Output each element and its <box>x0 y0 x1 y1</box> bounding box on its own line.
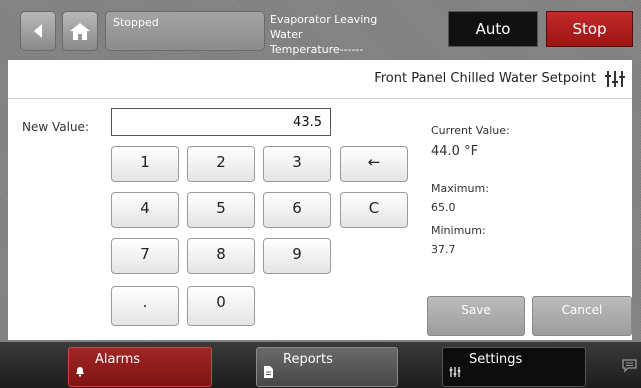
maximum-value: 65.0 <box>431 201 456 214</box>
stop-button[interactable]: Stop <box>546 11 633 47</box>
backspace-key[interactable]: ← <box>340 146 408 182</box>
status-message-line2: Temperature------ <box>270 43 364 56</box>
auto-button[interactable]: Auto <box>448 11 538 47</box>
back-button[interactable] <box>20 11 56 51</box>
tab-settings-label: Settings <box>469 352 523 367</box>
key-8[interactable]: 8 <box>187 238 255 274</box>
status-message-line1: Evaporator Leaving Water <box>270 13 378 41</box>
unit-status-label: Stopped <box>113 16 159 29</box>
chat-icon[interactable] <box>622 359 637 373</box>
cancel-button[interactable]: Cancel <box>532 296 632 336</box>
key-5[interactable]: 5 <box>187 192 255 228</box>
home-button[interactable] <box>62 11 98 51</box>
current-value-label: Current Value: <box>431 124 510 137</box>
tab-reports[interactable]: Reports <box>256 347 398 387</box>
key-2[interactable]: 2 <box>187 146 255 182</box>
key-6[interactable]: 6 <box>263 192 331 228</box>
maximum-label: Maximum: <box>431 182 489 195</box>
status-message: Evaporator Leaving Water Temperature----… <box>270 12 396 57</box>
key-3[interactable]: 3 <box>263 146 331 182</box>
unit-status-box[interactable]: Stopped <box>105 11 265 51</box>
decimal-key[interactable]: . <box>111 286 179 326</box>
bell-icon <box>76 367 84 377</box>
page-title: Front Panel Chilled Water Setpoint <box>374 71 596 86</box>
settings-sliders-icon <box>605 71 625 87</box>
new-value-input[interactable] <box>111 108 331 136</box>
key-9[interactable]: 9 <box>263 238 331 274</box>
minimum-value: 37.7 <box>431 243 456 256</box>
key-4[interactable]: 4 <box>111 192 179 228</box>
key-0[interactable]: 0 <box>187 286 255 326</box>
new-value-label: New Value: <box>22 120 89 134</box>
setpoint-panel: Front Panel Chilled Water Setpoint New V… <box>8 60 632 340</box>
save-button[interactable]: Save <box>427 296 525 336</box>
key-7[interactable]: 7 <box>111 238 179 274</box>
current-value: 44.0 °F <box>431 144 479 159</box>
tab-reports-label: Reports <box>283 352 333 367</box>
tab-alarms[interactable]: Alarms <box>68 347 212 387</box>
tab-alarms-label: Alarms <box>95 352 141 367</box>
home-icon <box>70 23 90 40</box>
tab-settings[interactable]: Settings <box>442 347 586 387</box>
key-1[interactable]: 1 <box>111 146 179 182</box>
top-bar: Stopped Evaporator Leaving Water Tempera… <box>8 8 633 56</box>
document-icon <box>264 366 273 378</box>
panel-header: Front Panel Chilled Water Setpoint <box>8 60 632 99</box>
minimum-label: Minimum: <box>431 224 486 237</box>
bottom-nav: Alarms Reports Settings <box>0 342 641 388</box>
back-arrow-icon <box>34 24 42 38</box>
settings-sliders-icon <box>449 367 461 377</box>
clear-key[interactable]: C <box>340 192 408 228</box>
